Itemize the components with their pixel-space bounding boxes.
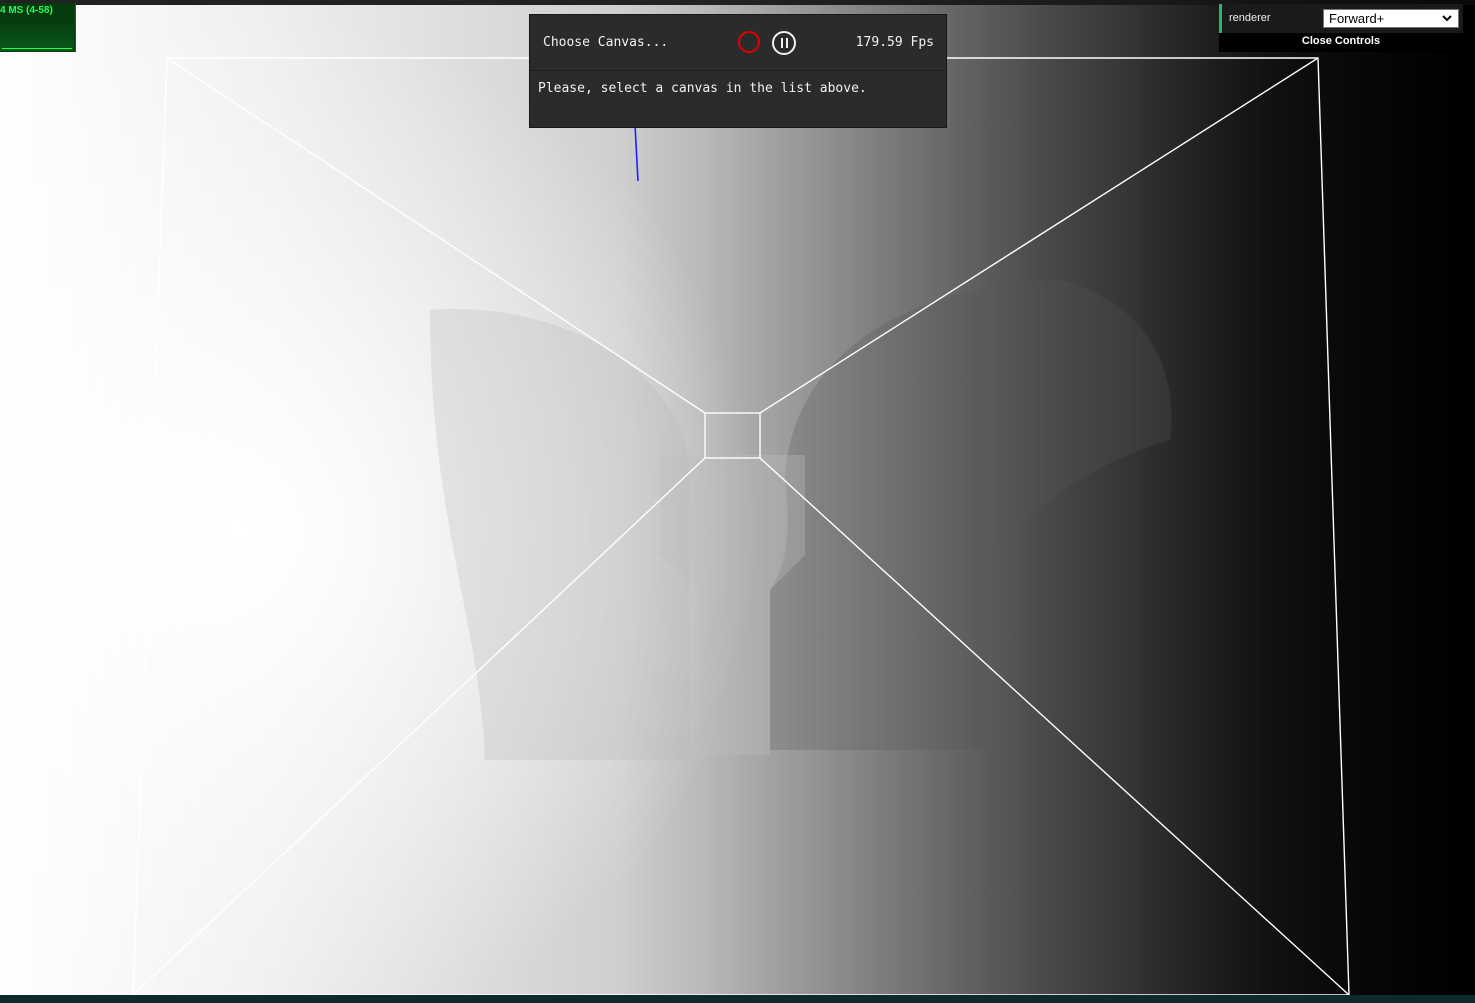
bottom-strip <box>0 995 1475 1003</box>
controls-panel: renderer Forward+ Close Controls <box>1219 4 1463 52</box>
renderer-control-row: renderer Forward+ <box>1219 4 1463 33</box>
renderer-select-value: Forward+ <box>1329 11 1385 26</box>
chevron-down-icon <box>1442 15 1452 22</box>
stats-baseline <box>2 48 72 49</box>
fps-counter: 179.59 Fps <box>855 35 934 50</box>
stats-label: 4 MS (4-58) <box>0 5 53 16</box>
pause-button[interactable] <box>772 31 796 55</box>
inspector-message: Please, select a canvas in the list abov… <box>538 81 867 96</box>
canvas-inspector: Choose Canvas... 179.59 Fps Please, sele… <box>529 14 947 128</box>
close-controls-button[interactable]: Close Controls <box>1219 33 1463 52</box>
stats-graph <box>0 21 74 51</box>
record-button[interactable] <box>738 31 760 53</box>
pause-icon <box>786 38 788 48</box>
inspector-header: Choose Canvas... 179.59 Fps <box>530 15 946 71</box>
stats-widget[interactable]: 4 MS (4-58) <box>0 3 76 52</box>
choose-canvas-button[interactable]: Choose Canvas... <box>543 35 668 50</box>
rendered-viewport[interactable]: 4 MS (4-58) Choose Canvas... 179.59 Fps … <box>0 0 1475 1003</box>
renderer-label: renderer <box>1229 12 1271 24</box>
scene-canvas[interactable] <box>0 0 1475 1003</box>
renderer-select[interactable]: Forward+ <box>1323 9 1459 28</box>
pause-icon <box>781 38 783 48</box>
